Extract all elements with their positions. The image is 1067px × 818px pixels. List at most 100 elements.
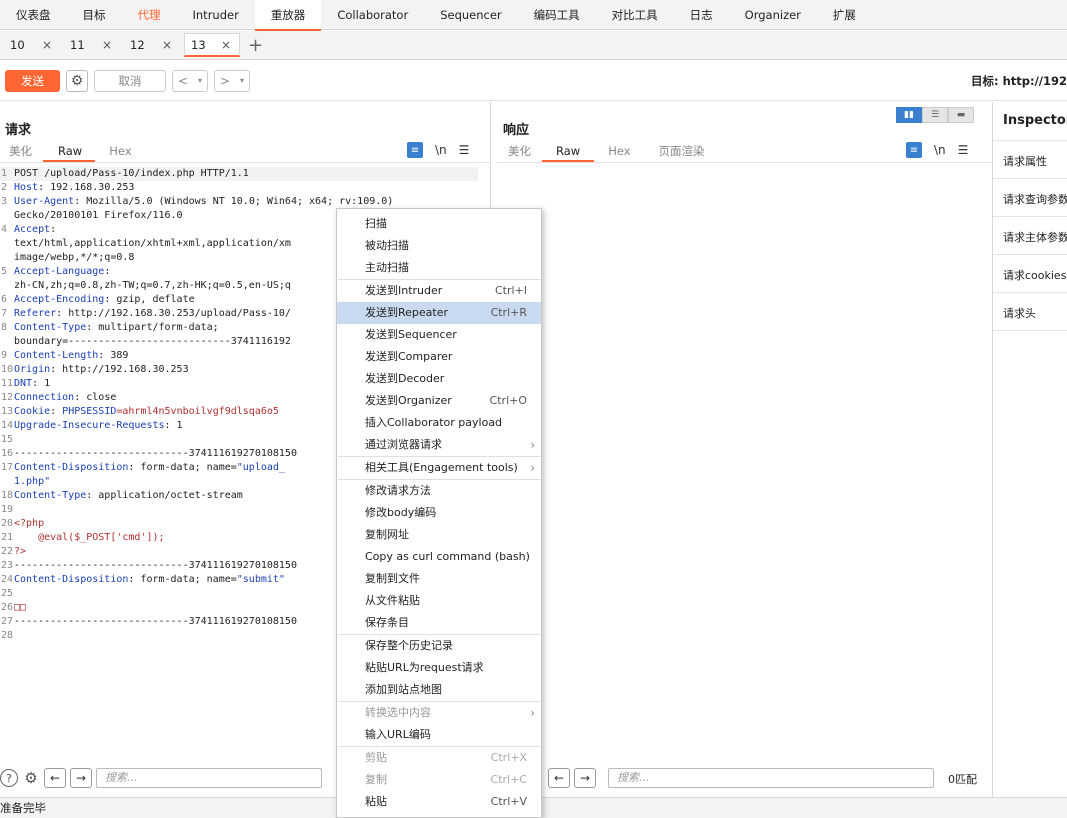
close-icon[interactable]: × [162,38,172,52]
menu-item-label: 转换选中内容 [365,706,431,719]
close-icon[interactable]: × [42,38,52,52]
context-menu-item[interactable]: 发送到Comparer [337,346,541,368]
context-menu-item[interactable]: 保存整个历史记录 [337,635,541,657]
editor-line[interactable]: 2 Host: 192.168.30.253 [0,181,490,195]
context-menu-item[interactable]: 通过浏览器请求 › [337,434,541,456]
menu-proxy[interactable]: 代理 [122,0,177,30]
inspector-query-params[interactable]: 请求查询参数 [1003,191,1067,207]
context-menu-item[interactable]: 发送到Decoder [337,368,541,390]
line-number: 5 [1,266,8,277]
context-menu-item[interactable]: 修改body编码 [337,502,541,524]
menu-sequencer[interactable]: Sequencer [424,0,517,30]
menu-dashboard[interactable]: 仪表盘 [0,0,67,30]
arrow-right-icon[interactable]: → [574,768,596,788]
tab-raw[interactable]: Raw [43,142,96,162]
line-code: ?> [14,546,27,557]
context-menu-item[interactable]: 复制到文件 [337,568,541,590]
menu-comparer[interactable]: 对比工具 [596,0,674,30]
context-menu-item[interactable]: 输入URL编码 [337,724,541,746]
wrap-lines-icon[interactable]: ≡ [906,142,922,158]
menu-repeater[interactable]: 重放器 [254,0,322,31]
context-menu-item[interactable]: 被动扫描 [337,235,541,257]
close-icon[interactable]: × [221,38,231,52]
inspector-divider[interactable] [992,102,993,797]
line-number: 11 [1,378,14,389]
menu-collaborator[interactable]: Collaborator [321,0,424,30]
tab-pretty[interactable]: 美化 [497,142,542,162]
context-menu-item[interactable]: 复制网址 [337,524,541,546]
inspector-body-params[interactable]: 请求主体参数 [1003,229,1067,245]
menu-item-label: 被动扫描 [365,239,409,252]
context-menu-item[interactable]: 修改请求方法 [337,480,541,502]
arrow-left-icon[interactable]: ← [44,768,66,788]
layout-tabs-icon[interactable]: ▬ [948,107,974,123]
line-number: 16 [1,448,14,459]
repeater-tab-11[interactable]: 11 × [64,33,120,57]
arrow-right-icon[interactable]: → [70,768,92,788]
help-icon[interactable]: ? [0,769,18,787]
inspector-separator [993,178,1067,179]
request-editor-tools: ≡ \n ☰ [407,142,469,158]
settings-gear-icon[interactable]: ⚙ [66,69,88,92]
send-button[interactable]: 发送 [5,69,60,92]
context-menu-item[interactable]: 发送到Organizer Ctrl+O [337,390,541,412]
tab-hex[interactable]: Hex [594,142,644,162]
repeater-tab-12[interactable]: 12 × [124,33,180,57]
repeater-tab-13[interactable]: 13 × [184,33,240,57]
menu-item-label: 扫描 [365,217,387,230]
tab-raw[interactable]: Raw [542,142,595,162]
search-input[interactable]: 搜索... [608,768,934,788]
arrow-left-icon[interactable]: ← [548,768,570,788]
dropdown-arrow-icon: ▾ [239,76,244,85]
context-menu-item[interactable]: 粘贴URL为request请求 [337,657,541,679]
close-icon[interactable]: × [102,38,112,52]
context-menu-item[interactable]: 发送到Repeater Ctrl+R [337,302,541,324]
newline-toggle-icon[interactable]: \n [435,143,447,157]
newline-toggle-icon[interactable]: \n [934,143,946,157]
line-number: 21 [1,532,14,543]
context-menu-item[interactable]: 主动扫描 [337,257,541,279]
layout-stacked-icon[interactable]: ☰ [922,107,948,123]
layout-side-by-side-icon[interactable]: ▮▮ [896,107,922,123]
context-menu-item[interactable]: 插入Collaborator payload [337,412,541,434]
menu-intruder[interactable]: Intruder [177,0,255,30]
menu-logger[interactable]: 日志 [674,0,729,30]
add-tab-icon[interactable]: + [244,35,263,56]
search-input[interactable]: 搜索... [96,768,322,788]
dropdown-arrow-icon: ▾ [197,76,202,85]
inspector-headers[interactable]: 请求头 [1003,305,1036,321]
context-menu-item: 剪贴 Ctrl+X [337,747,541,769]
menu-target[interactable]: 目标 [67,0,122,30]
context-menu-item[interactable]: 发送到Intruder Ctrl+I [337,280,541,302]
context-menu-item[interactable]: 从文件粘贴 [337,590,541,612]
tab-hex[interactable]: Hex [95,142,142,162]
menu-decoder[interactable]: 编码工具 [518,0,596,30]
context-menu-item[interactable]: Copy as curl command (bash) [337,546,541,568]
inspector-cookies[interactable]: 请求cookies [1003,267,1066,283]
context-menu-item[interactable]: 相关工具(Engagement tools) › [337,457,541,479]
history-forward-button[interactable]: > ▾ [214,69,250,92]
context-menu-item[interactable]: 保存条目 [337,612,541,634]
editor-line[interactable]: 3 User-Agent: Mozilla/5.0 (Windows NT 10.… [0,195,490,209]
context-menu-item[interactable]: 粘贴 Ctrl+V [337,791,541,813]
context-menu-item[interactable]: 扫描 [337,213,541,235]
menu-organizer[interactable]: Organizer [729,0,817,30]
inspector-request-attributes[interactable]: 请求属性 [1003,153,1047,169]
context-menu-item[interactable]: 添加到站点地图 [337,679,541,701]
menu-extensions[interactable]: 扩展 [817,0,872,30]
cancel-button[interactable]: 取消 [94,69,166,92]
hamburger-menu-icon[interactable]: ☰ [459,143,470,157]
settings-gear-icon[interactable]: ⚙ [22,769,40,787]
tab-render[interactable]: 页面渲染 [645,142,719,162]
history-back-button[interactable]: < ▾ [172,69,208,92]
target-label[interactable]: 目标: http://192 [971,73,1067,89]
inspector-separator [993,140,1067,141]
line-code: Content-Disposition: form-data; name="su… [14,574,285,585]
menu-item-label: 发送到Intruder [365,284,443,297]
context-menu-item[interactable]: 发送到Sequencer [337,324,541,346]
wrap-lines-icon[interactable]: ≡ [407,142,423,158]
tab-pretty[interactable]: 美化 [0,142,43,162]
editor-line[interactable]: 1 POST /upload/Pass-10/index.php HTTP/1.1 [0,167,478,181]
hamburger-menu-icon[interactable]: ☰ [958,143,969,157]
repeater-tab-10[interactable]: 10 × [4,33,60,57]
